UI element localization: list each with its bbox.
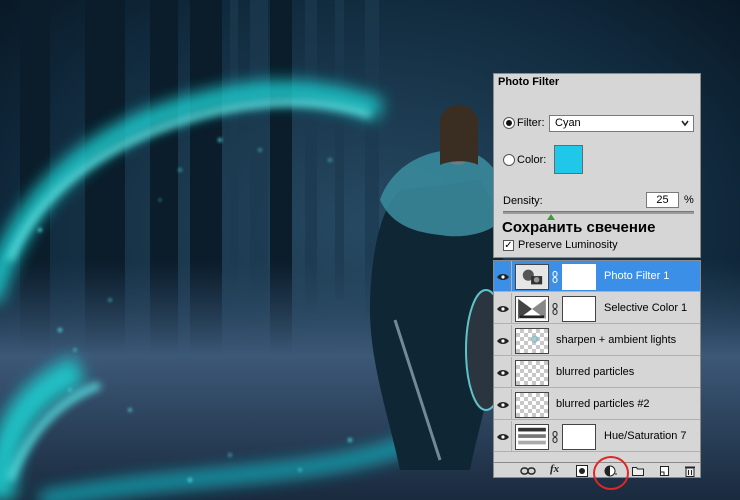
preserve-luminosity-label: Preserve Luminosity (518, 239, 618, 251)
layer-name: sharpen + ambient lights (556, 334, 677, 346)
preserve-luminosity-checkbox[interactable]: ✓ (503, 240, 514, 251)
layer-row[interactable]: Photo Filter 1 (494, 261, 700, 292)
overlay-caption: Сохранить свечение (502, 219, 656, 236)
chain-link-icon (552, 431, 558, 443)
visibility-toggle[interactable] (494, 325, 512, 356)
photo-filter-panel: Photo Filter Filter: Cyan Color: Density… (493, 73, 701, 258)
layer-mask-thumbnail[interactable] (562, 424, 596, 450)
selective-color-icon (515, 296, 549, 322)
eye-icon (497, 370, 509, 376)
eye-icon (497, 338, 509, 344)
eye-icon (497, 306, 509, 312)
link-layers-icon[interactable] (520, 465, 536, 477)
add-mask-icon[interactable] (576, 465, 588, 477)
visibility-toggle[interactable] (494, 261, 512, 292)
density-unit: % (684, 194, 694, 206)
density-label: Density: (503, 195, 543, 207)
layer-row[interactable]: Hue/Saturation 7 (494, 421, 700, 452)
density-slider-track[interactable] (503, 211, 694, 214)
visibility-toggle[interactable] (494, 389, 512, 420)
highlight-circle (593, 456, 629, 490)
layer-row[interactable]: blurred particles #2 (494, 389, 700, 420)
trash-icon[interactable] (684, 465, 696, 477)
new-group-icon[interactable] (632, 465, 644, 477)
color-radio[interactable] (503, 154, 515, 166)
chevron-down-icon (681, 120, 689, 127)
layer-thumbnail (515, 328, 549, 354)
new-layer-icon[interactable] (658, 465, 670, 477)
fx-icon[interactable]: fx (550, 463, 559, 475)
filter-dropdown[interactable]: Cyan (549, 115, 694, 132)
filter-radio[interactable] (503, 117, 515, 129)
layer-name: blurred particles (556, 366, 635, 378)
radio-selected-dot (506, 120, 512, 126)
color-label: Color: (517, 154, 547, 166)
eye-icon (497, 402, 509, 408)
layer-name: blurred particles #2 (556, 398, 650, 410)
filter-label: Filter: (517, 117, 545, 129)
layer-row[interactable]: blurred particles (494, 357, 700, 388)
layer-name: Photo Filter 1 (604, 270, 670, 282)
visibility-toggle[interactable] (494, 357, 512, 388)
layer-thumbnail (515, 392, 549, 418)
layers-panel: Photo Filter 1 Selective Color 1 sharpen… (493, 260, 701, 478)
layer-row[interactable]: Selective Color 1 (494, 293, 700, 324)
chain-link-icon (552, 303, 558, 315)
layer-thumbnail (515, 360, 549, 386)
eye-icon (497, 274, 509, 280)
layer-mask-thumbnail[interactable] (562, 264, 596, 290)
chain-link-icon (552, 271, 558, 283)
eye-icon (497, 434, 509, 440)
photo-filter-icon (515, 264, 549, 290)
layer-name: Selective Color 1 (604, 302, 688, 314)
panel-title: Photo Filter (498, 76, 560, 88)
color-swatch[interactable] (554, 145, 583, 174)
layer-mask-thumbnail[interactable] (562, 296, 596, 322)
layer-name: Hue/Saturation 7 (604, 430, 687, 442)
layer-row[interactable]: sharpen + ambient lights (494, 325, 700, 356)
visibility-toggle[interactable] (494, 293, 512, 324)
hue-saturation-icon (515, 424, 549, 450)
visibility-toggle[interactable] (494, 421, 512, 452)
density-input[interactable]: 25 (646, 192, 679, 208)
filter-dropdown-value: Cyan (555, 117, 581, 129)
